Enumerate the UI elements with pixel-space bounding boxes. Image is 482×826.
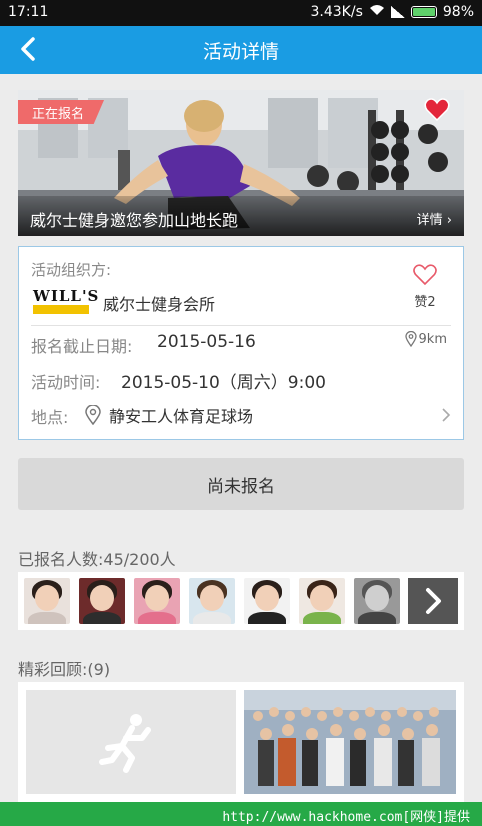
watermark: http://www.hackhome.com[网侠]提供 (0, 802, 482, 826)
event-title: 威尔士健身邀您参加山地长跑 (30, 211, 239, 230)
distance-value: 9km (418, 331, 447, 347)
location-label: 地点: (31, 408, 69, 427)
logo-bar (33, 305, 89, 314)
heart-icon (424, 98, 450, 122)
app-header: 活动详情 (0, 26, 482, 74)
network-speed: 3.43K/s (310, 4, 363, 20)
main-content: 正在报名 威尔士健身邀您参加山地长跑 详情 › 活动组织方: WILL'S 威尔… (0, 74, 482, 802)
time-label: 活动时间: (31, 373, 101, 392)
page-title: 活动详情 (202, 41, 279, 63)
review-item[interactable] (244, 690, 456, 794)
wifi-icon (369, 4, 385, 20)
event-info-card: 活动组织方: WILL'S 威尔士健身会所 赞2 9km 报名截止日期: 201… (18, 246, 464, 440)
time-value: 2015-05-10（周六）9:00 (121, 373, 326, 393)
status-icons: 3.43K/s 98% (311, 4, 475, 20)
participant-count: 已报名人数:45/200人 (18, 550, 176, 569)
avatar[interactable] (244, 578, 290, 624)
organizer-logo[interactable]: WILL'S (33, 287, 100, 315)
heart-outline-icon (413, 264, 437, 286)
organizer-name[interactable]: 威尔士健身会所 (103, 291, 215, 315)
group-photo (244, 690, 456, 794)
details-link[interactable]: 详情 › (417, 209, 452, 228)
chevron-right-icon (442, 408, 451, 422)
running-man-icon (99, 714, 151, 773)
battery-percent: 98% (442, 4, 474, 20)
avatar[interactable] (134, 578, 180, 624)
signal-icon (390, 6, 405, 18)
location-pin-icon (404, 331, 417, 347)
avatar[interactable] (79, 578, 125, 624)
deadline-label: 报名截止日期: (31, 337, 133, 356)
battery-icon (410, 6, 437, 18)
avatar[interactable] (299, 578, 345, 624)
status-tag: 正在报名 (18, 100, 105, 124)
signup-button[interactable]: 尚未报名 (18, 458, 464, 510)
event-banner[interactable]: 正在报名 威尔士健身邀您参加山地长跑 详情 › (18, 90, 464, 236)
divider (31, 325, 451, 326)
organizer-label: 活动组织方: (31, 261, 112, 279)
review-item[interactable] (26, 690, 236, 794)
location-pin-icon (85, 405, 101, 425)
chevron-right-icon (426, 588, 441, 614)
avatar[interactable] (189, 578, 235, 624)
status-time: 17:11 (8, 4, 49, 20)
favorite-button[interactable] (424, 98, 450, 122)
review-gallery (18, 682, 464, 802)
review-label: 精彩回顾:(9) (18, 660, 111, 679)
avatar[interactable] (354, 578, 400, 624)
distance: 9km (404, 331, 447, 347)
banner-caption: 威尔士健身邀您参加山地长跑 详情 › (18, 196, 464, 236)
like-count: 赞2 (414, 295, 436, 310)
location-row[interactable]: 地点: 静安工人体育足球场 (19, 397, 465, 433)
deadline-value: 2015-05-16 (157, 332, 256, 352)
organizer-logo-text: WILL'S (33, 287, 100, 305)
more-avatars-button[interactable] (408, 578, 458, 624)
participant-avatars (18, 572, 464, 630)
like-button[interactable]: 赞2 (405, 263, 445, 310)
status-bar: 17:11 3.43K/s 98% (0, 0, 482, 26)
location-value: 静安工人体育足球场 (109, 407, 254, 426)
avatar[interactable] (24, 578, 70, 624)
